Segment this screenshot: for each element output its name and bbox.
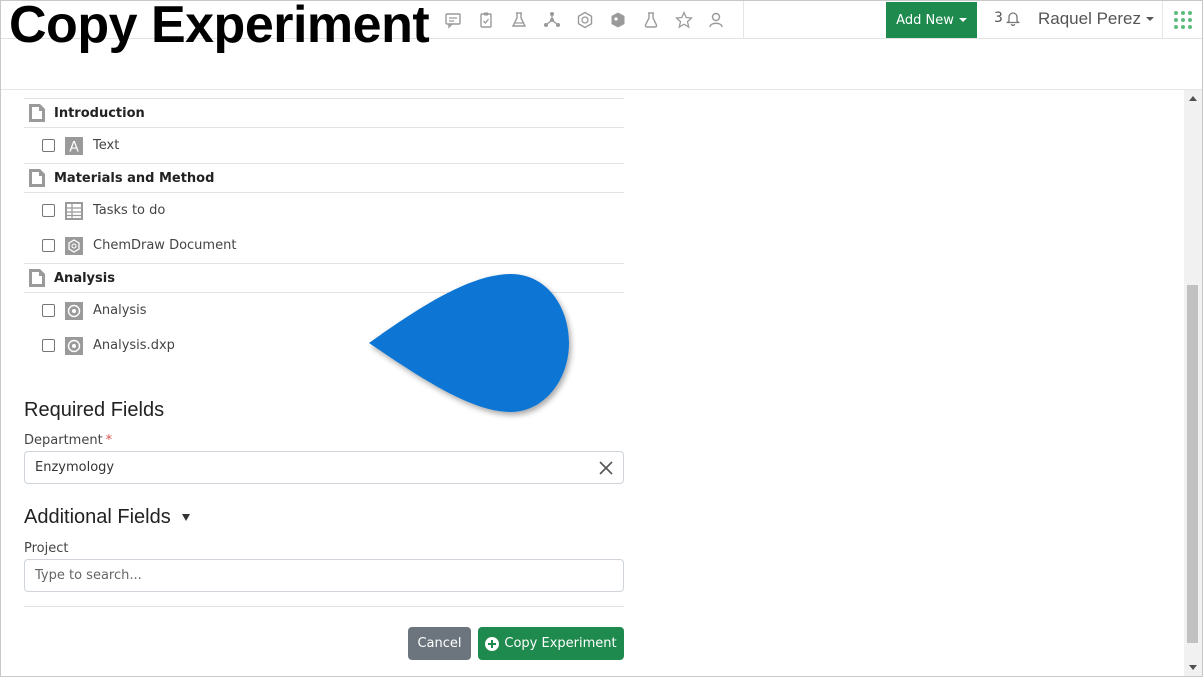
analysis-icon xyxy=(65,336,83,355)
item-checkbox[interactable] xyxy=(42,239,55,252)
notification-count: 3 xyxy=(994,10,1003,26)
table-icon xyxy=(65,201,83,220)
item-checkbox[interactable] xyxy=(42,304,55,317)
list-item[interactable]: A Text xyxy=(24,128,624,163)
plus-circle-icon xyxy=(485,636,500,651)
nav-divider xyxy=(743,1,744,38)
clipboard-icon[interactable] xyxy=(475,9,497,31)
department-label-text: Department xyxy=(24,433,103,448)
star-icon[interactable] xyxy=(673,9,695,31)
project-search-input[interactable] xyxy=(24,559,624,592)
department-select[interactable]: Enzymology xyxy=(24,451,624,484)
notification-button[interactable]: 3 xyxy=(994,10,1021,26)
header-divider xyxy=(1,89,1202,90)
flask-icon[interactable] xyxy=(640,9,662,31)
vertical-scrollbar[interactable] xyxy=(1184,90,1202,676)
additional-fields-toggle[interactable]: Additional Fields xyxy=(24,506,190,529)
cancel-button[interactable]: Cancel xyxy=(408,627,471,660)
user-name: Raquel Perez xyxy=(1038,9,1142,28)
chemdraw-icon[interactable] xyxy=(574,9,596,31)
required-fields-heading: Required Fields xyxy=(24,399,165,421)
item-checkbox[interactable] xyxy=(42,204,55,217)
item-label: Analysis xyxy=(93,303,147,318)
svg-text:A: A xyxy=(69,139,79,155)
section-header: Materials and Method xyxy=(24,163,624,193)
required-marker: * xyxy=(105,433,113,448)
section-title: Introduction xyxy=(54,105,145,121)
overlay-title: Copy Experiment xyxy=(9,0,430,54)
document-icon xyxy=(28,168,46,188)
department-label: Department * xyxy=(24,433,112,448)
additional-fields-heading: Additional Fields xyxy=(24,506,171,528)
scroll-up-arrow-icon[interactable] xyxy=(1189,96,1197,101)
chevron-down-icon xyxy=(958,18,967,22)
apps-grid-icon[interactable] xyxy=(1174,11,1192,29)
user-menu[interactable]: Raquel Perez xyxy=(1038,9,1155,29)
section-header: Introduction xyxy=(24,98,624,128)
pointer-callout-icon xyxy=(369,274,569,412)
analysis-icon xyxy=(65,301,83,320)
triangle-down-icon xyxy=(181,514,190,521)
molecule-icon[interactable] xyxy=(541,9,563,31)
footer-divider xyxy=(24,606,624,607)
tag-icon[interactable] xyxy=(607,9,629,31)
clear-icon[interactable] xyxy=(597,459,615,477)
add-new-label: Add New xyxy=(896,12,954,28)
document-icon xyxy=(28,103,46,123)
section-title: Materials and Method xyxy=(54,170,215,186)
project-label: Project xyxy=(24,541,69,556)
item-label: Analysis.dxp xyxy=(93,338,175,353)
nav-icon-bar xyxy=(442,9,728,31)
copy-experiment-label: Copy Experiment xyxy=(504,636,617,651)
bell-icon xyxy=(1005,12,1020,26)
list-item[interactable]: Tasks to do xyxy=(24,193,624,228)
item-label: ChemDraw Document xyxy=(93,238,237,253)
item-label: Tasks to do xyxy=(93,203,166,218)
nav-divider xyxy=(1162,1,1163,38)
add-new-button[interactable]: Add New xyxy=(886,2,977,38)
item-label: Text xyxy=(93,138,120,153)
text-icon: A xyxy=(65,136,83,155)
item-checkbox[interactable] xyxy=(42,139,55,152)
section-title: Analysis xyxy=(54,270,115,286)
list-item[interactable]: ChemDraw Document xyxy=(24,228,624,263)
document-icon xyxy=(28,268,46,288)
scroll-thumb[interactable] xyxy=(1187,285,1198,643)
lab-icon[interactable] xyxy=(508,9,530,31)
copy-experiment-button[interactable]: Copy Experiment xyxy=(478,627,624,660)
item-checkbox[interactable] xyxy=(42,339,55,352)
department-value: Enzymology xyxy=(35,460,115,475)
chevron-down-icon xyxy=(1146,17,1155,21)
comment-icon[interactable] xyxy=(442,9,464,31)
chemdraw-icon xyxy=(65,236,83,255)
user-search-icon[interactable] xyxy=(706,9,728,31)
scroll-down-arrow-icon[interactable] xyxy=(1189,665,1197,670)
